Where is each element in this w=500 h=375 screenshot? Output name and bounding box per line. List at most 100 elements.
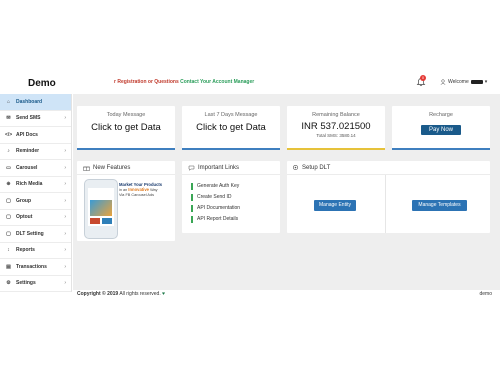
chevron-right-icon: › <box>64 230 66 237</box>
recharge-card: Recharge Pay Now <box>392 106 490 150</box>
link-api-documentation[interactable]: API Documentation <box>191 205 280 212</box>
sidebar-item-reminder[interactable]: ♪ Reminder › <box>0 144 71 160</box>
last7-message-title: Last 7 Days Message <box>204 112 258 118</box>
sidebar-item-send-sms[interactable]: ✉ Send SMS › <box>0 111 71 127</box>
manage-templates-button[interactable]: Manage Templates <box>412 200 467 211</box>
phone-screen <box>88 188 114 226</box>
chevron-right-icon: › <box>64 115 66 122</box>
promo-line3: Via FB Carousel Ads <box>119 193 154 197</box>
bell-icon: ♪ <box>7 148 10 155</box>
card-accent-bar <box>287 148 385 150</box>
top-bar: Demo r Registration or Questions Contact… <box>0 0 500 94</box>
card-accent-bar <box>392 148 490 150</box>
sidebar-item-optout[interactable]: ▢ Optout › <box>0 210 71 226</box>
today-message-card[interactable]: Today Message Click to get Data <box>77 106 175 150</box>
sidebar-item-label: Dashboard <box>16 98 43 105</box>
manage-entity-button[interactable]: Manage Entity <box>314 200 356 211</box>
last7-message-card[interactable]: Last 7 Days Message Click to get Data <box>182 106 280 150</box>
setup-dlt-header: Setup DLT <box>287 161 490 175</box>
home-icon: ⌂ <box>6 98 11 105</box>
sidebar-item-label: Reminder <box>16 148 40 155</box>
chevron-right-icon: › <box>64 181 66 188</box>
code-icon: </> <box>5 131 13 138</box>
sidebar-item-label: Send SMS <box>16 115 41 122</box>
sidebar-item-label: Transactions <box>16 263 47 270</box>
divider <box>385 175 386 233</box>
sidebar-item-label: Optout <box>16 214 33 221</box>
balance-value: INR 537.021500 <box>301 121 371 132</box>
marquee-text-a: r Registration or Questions <box>114 79 179 85</box>
sidebar-item-transactions[interactable]: ▤ Transactions › <box>0 259 71 276</box>
sidebar-item-settings[interactable]: ⚙ Settings › <box>0 276 71 292</box>
sidebar-item-label: Settings <box>16 280 36 287</box>
sidebar-item-dashboard[interactable]: ⌂ Dashboard <box>0 94 71 111</box>
marquee-text-b: Contact Your Account Manager <box>180 79 255 85</box>
reports-icon: ↕ <box>7 247 10 254</box>
chevron-right-icon: › <box>64 197 66 204</box>
footer: Copyright © 2019 All rights reserved. ♥ … <box>73 290 500 298</box>
comment-icon <box>188 165 195 171</box>
recharge-title: Recharge <box>429 112 453 118</box>
dlt-icon: ▢ <box>6 230 11 237</box>
important-links-list: Generate Auth Key Create Send ID API Doc… <box>182 175 280 223</box>
copyright-text: Copyright © 2019 All rights reserved. ♥ <box>77 291 166 297</box>
chevron-right-icon: › <box>64 263 66 270</box>
sidebar-item-label: DLT Setting <box>16 230 44 237</box>
sidebar-item-api-docs[interactable]: </> API Docs <box>0 127 71 144</box>
username-redacted <box>470 80 483 84</box>
sidebar-item-label: API Docs <box>16 131 38 138</box>
optout-icon: ▢ <box>6 214 11 221</box>
phone-mockup <box>84 179 118 239</box>
main-content: Today Message Click to get Data Last 7 D… <box>73 94 500 290</box>
group-icon: ▢ <box>6 197 11 204</box>
chevron-right-icon: › <box>64 280 66 287</box>
user-menu[interactable]: Welcome ▾ <box>440 79 487 85</box>
gear-icon <box>292 164 299 171</box>
card-accent-bar <box>77 148 175 150</box>
sidebar-item-carousel[interactable]: ▭ Carousel › <box>0 160 71 177</box>
sidebar: ⌂ Dashboard ✉ Send SMS › </> API Docs ♪ Reminder… <box>0 94 72 292</box>
new-features-panel: New Features Market Your Products in an … <box>77 161 175 241</box>
gift-icon <box>83 166 90 171</box>
sidebar-item-dlt-setting[interactable]: ▢ DLT Setting › <box>0 226 71 243</box>
promo-image-small <box>102 218 112 224</box>
sidebar-item-rich-media[interactable]: ⊕ Rich Media › <box>0 177 71 193</box>
important-links-title: Important Links <box>198 164 240 171</box>
link-generate-auth-key[interactable]: Generate Auth Key <box>191 183 280 190</box>
settings-icon: ⚙ <box>6 280 11 287</box>
chevron-right-icon: › <box>64 148 66 155</box>
welcome-text: Welcome <box>448 79 469 85</box>
chevron-right-icon: › <box>64 164 66 171</box>
user-icon <box>440 79 446 85</box>
promo-text: Market Your Products in an Innovative Wa… <box>119 182 169 198</box>
chevron-right-icon: › <box>64 214 66 221</box>
announcement-marquee: r Registration or Questions Contact Your… <box>114 79 254 85</box>
balance-title: Remaining Balance <box>312 112 360 118</box>
today-message-value[interactable]: Click to get Data <box>77 122 175 133</box>
link-create-send-id[interactable]: Create Send ID <box>191 194 280 201</box>
new-features-header: New Features <box>77 161 175 175</box>
promo-image-small <box>90 218 100 224</box>
heart-icon: ♥ <box>162 291 166 297</box>
total-sms-text: Total SMS: 3580.14 <box>316 133 356 138</box>
brand-logo[interactable]: Demo <box>28 78 56 89</box>
notification-badge: 0 <box>420 75 426 81</box>
last7-message-value[interactable]: Click to get Data <box>182 122 280 133</box>
chevron-down-icon: ▾ <box>484 79 488 85</box>
transactions-icon: ▤ <box>6 263 11 270</box>
chevron-right-icon: › <box>64 247 66 254</box>
carousel-icon: ▭ <box>6 164 11 171</box>
promo-image <box>90 200 112 216</box>
sidebar-item-label: Reports <box>16 247 35 254</box>
sidebar-item-reports[interactable]: ↕ Reports › <box>0 243 71 259</box>
new-features-title: New Features <box>93 164 131 171</box>
important-links-header: Important Links <box>182 161 280 175</box>
important-links-panel: Important Links Generate Auth Key Create… <box>182 161 280 233</box>
pay-now-button[interactable]: Pay Now <box>420 125 461 135</box>
link-api-report-details[interactable]: API Report Details <box>191 216 280 223</box>
sidebar-item-group[interactable]: ▢ Group › <box>0 193 71 210</box>
sidebar-item-label: Carousel <box>16 164 38 171</box>
setup-dlt-title: Setup DLT <box>302 164 331 171</box>
sidebar-item-label: Group <box>16 197 31 204</box>
footer-right-text: demo <box>479 291 492 297</box>
